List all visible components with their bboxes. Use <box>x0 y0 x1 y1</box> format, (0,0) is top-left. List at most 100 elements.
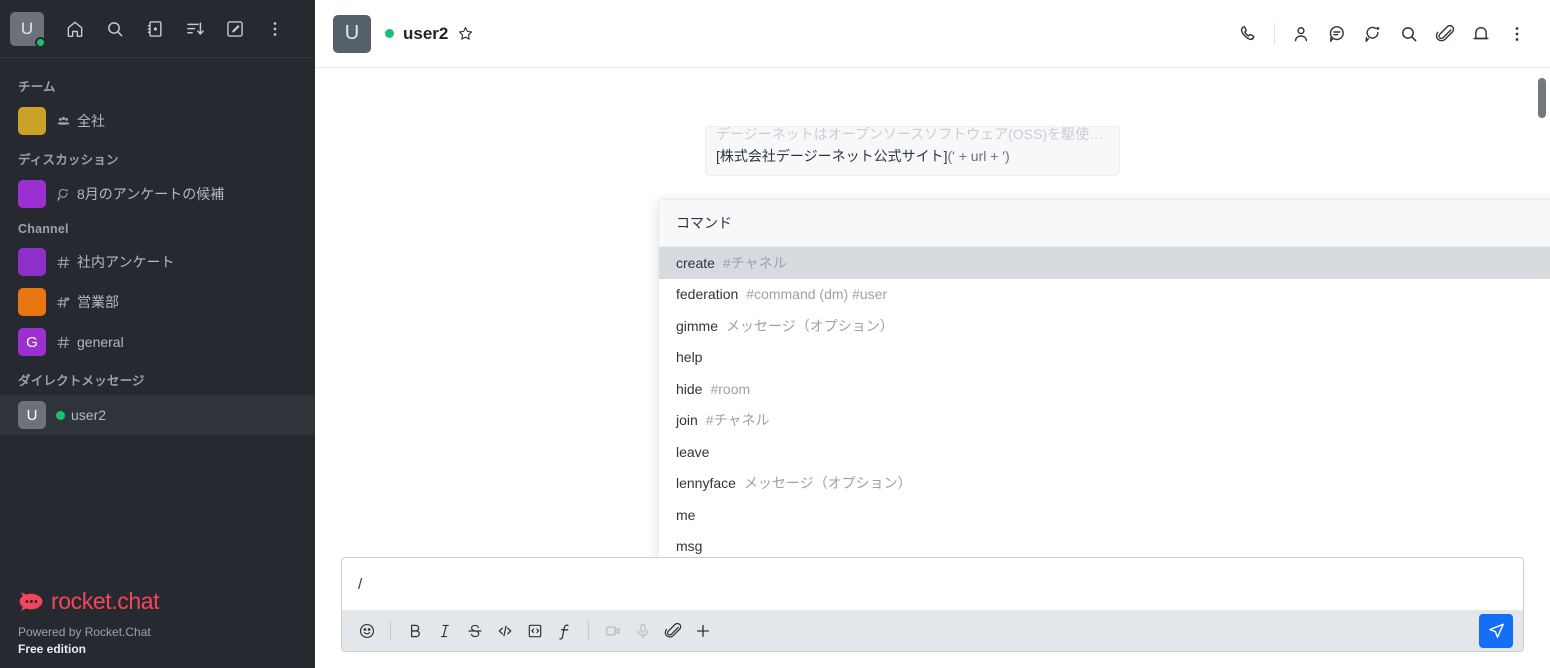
command-list[interactable]: create#チャネル 新しいChannelの作成 federation#com… <box>659 247 1550 557</box>
sidebar-item-label: 8月のアンケートの候補 <box>77 186 225 202</box>
room-avatar <box>18 107 46 135</box>
plus-icon[interactable] <box>688 616 717 645</box>
sidebar-section-title: ディスカッション <box>18 153 119 167</box>
sidebar-user-avatar[interactable]: U <box>10 11 46 48</box>
home-icon[interactable] <box>56 10 94 48</box>
send-message-button[interactable] <box>1479 613 1513 648</box>
discussion-icon <box>56 187 71 202</box>
command-params: メッセージ（オプション） <box>743 475 912 492</box>
italic-icon[interactable] <box>430 616 459 645</box>
presence-online-dot <box>385 29 394 38</box>
command-name: create <box>676 254 715 271</box>
sidebar-section-title: ダイレクトメッセージ <box>18 374 145 388</box>
microphone-icon <box>628 616 657 645</box>
strikethrough-icon[interactable] <box>460 616 489 645</box>
sidebar-item-user2[interactable]: U user2 <box>0 395 315 435</box>
rocket-chat-wordmark: rocket.chat <box>51 588 160 614</box>
hash-lock-icon <box>56 295 71 310</box>
sidebar-footer: rocket.chat Powered by Rocket.Chat Free … <box>0 574 315 668</box>
command-item-gimme[interactable]: gimmeメッセージ（オプション） メッセージの前に༼つ ◕_◕ ༽つを表示 <box>659 310 1550 342</box>
command-item-join[interactable]: join#チャネル 指定したチャネルに参加 <box>659 405 1550 437</box>
sidebar-item-label: user2 <box>71 407 107 423</box>
room-avatar: G <box>18 328 46 356</box>
sidebar-section-title: チーム <box>18 80 56 94</box>
composer-toolbar <box>342 610 1523 651</box>
command-name: federation <box>676 286 739 303</box>
code-icon[interactable] <box>490 616 519 645</box>
command-params: メッセージ（オプション） <box>726 317 894 334</box>
room-avatar: U <box>18 401 46 429</box>
threads-icon[interactable] <box>1320 17 1354 51</box>
command-params: #チャネル <box>722 254 787 271</box>
katex-icon[interactable] <box>550 616 579 645</box>
toolbar-divider <box>588 620 589 641</box>
rocket-chat-mark-icon <box>19 591 43 611</box>
emoji-icon[interactable] <box>352 616 381 645</box>
sidebar-room-list[interactable]: チーム 全社 ディスカッション 8月のアンケートの候補 Channel 社内アン… <box>0 58 315 574</box>
favorite-star-icon[interactable] <box>457 25 474 42</box>
scrollbar-thumb[interactable] <box>1538 78 1546 118</box>
room-avatar <box>18 248 46 276</box>
team-members-icon[interactable] <box>1284 17 1318 51</box>
discussion-icon[interactable] <box>1356 17 1390 51</box>
command-name: gimme <box>676 317 719 334</box>
message-link-text: [株式会社デージーネット公式サイト] <box>716 147 948 164</box>
command-params: #command (dm) #user <box>746 286 888 303</box>
sidebar-item-eigyoubu[interactable]: 営業部 <box>0 282 315 322</box>
sidebar: U チーム 全社 ディスカッション 8月のアンケートの候補 Channel 社内… <box>0 0 315 668</box>
command-item-lennyface[interactable]: lennyfaceメッセージ（オプション） メッセージの後に( ͡° ͜ʖ ͡°… <box>659 468 1550 500</box>
command-item-federation[interactable]: federation#command (dm) #user Federation… <box>659 279 1550 311</box>
code-block-icon[interactable] <box>520 616 549 645</box>
search-icon[interactable] <box>96 10 134 48</box>
sidebar-item-general[interactable]: G general <box>0 322 315 362</box>
command-name: msg <box>676 538 703 555</box>
kebab-menu-icon[interactable] <box>256 10 294 48</box>
sidebar-item-label: 社内アンケート <box>77 254 175 270</box>
sidebar-item-zensha[interactable]: 全社 <box>0 101 315 141</box>
main-content: U user2 デージーネットはオープンソースソフトウェア(OSS)を駆使し [… <box>315 0 1550 668</box>
team-icon <box>56 114 71 129</box>
room-name: user2 <box>403 23 449 43</box>
hash-icon <box>56 335 71 350</box>
paperclip-icon[interactable] <box>658 616 687 645</box>
pencil-create-icon[interactable] <box>216 10 254 48</box>
directory-icon[interactable] <box>136 10 174 48</box>
popup-title: コマンド <box>659 200 1550 247</box>
command-item-me[interactable]: me アクションテキストを表示 <box>659 499 1550 531</box>
message-input[interactable]: / <box>342 558 1523 610</box>
sidebar-item-august-survey[interactable]: 8月のアンケートの候補 <box>0 174 315 214</box>
message-url-arg: (' + url + ') <box>947 147 1010 164</box>
sidebar-item-label: 営業部 <box>77 294 119 310</box>
video-message-icon <box>598 616 627 645</box>
command-item-msg[interactable]: msg ユーザーへダイレクトメッセージする <box>659 531 1550 558</box>
room-header-actions <box>1231 17 1534 51</box>
slash-command-popup[interactable]: コマンド create#チャネル 新しいChannelの作成 federatio… <box>658 199 1550 557</box>
command-item-leave[interactable]: leave 現在のチャネルから退出 <box>659 436 1550 468</box>
command-params: #チャネル <box>705 412 770 429</box>
sidebar-item-shanai-enquete[interactable]: 社内アンケート <box>0 242 315 282</box>
presence-online-dot <box>35 36 46 48</box>
message-truncated-line: デージーネットはオープンソースソフトウェア(OSS)を駆使してお客様のご… <box>716 126 1109 142</box>
sidebar-section-title: Channel <box>18 222 69 236</box>
command-item-hide[interactable]: hide#room ルームを非表示 <box>659 373 1550 405</box>
command-name: lennyface <box>676 475 736 492</box>
sort-icon[interactable] <box>176 10 214 48</box>
sidebar-item-label: 全社 <box>77 113 105 129</box>
command-name: me <box>676 506 696 523</box>
paperclip-icon[interactable] <box>1428 17 1462 51</box>
bell-icon[interactable] <box>1464 17 1498 51</box>
phone-icon[interactable] <box>1231 17 1265 51</box>
command-name: join <box>676 412 698 429</box>
command-item-help[interactable]: help キーボードショートカットリストを表示 <box>659 342 1550 374</box>
rocket-chat-logo: rocket.chat <box>18 588 297 615</box>
kebab-menu-icon[interactable] <box>1500 17 1534 51</box>
header-divider <box>1274 22 1275 45</box>
message-list[interactable]: デージーネットはオープンソースソフトウェア(OSS)を駆使してお客様のご… [株… <box>315 68 1550 557</box>
search-icon[interactable] <box>1392 17 1426 51</box>
room-avatar: U <box>333 14 371 53</box>
command-item-create[interactable]: create#チャネル 新しいChannelの作成 <box>659 247 1550 279</box>
rocket-chat-app: U チーム 全社 ディスカッション 8月のアンケートの候補 Channel 社内… <box>0 0 1550 668</box>
bold-icon[interactable] <box>400 616 429 645</box>
sidebar-item-label: general <box>77 334 124 350</box>
room-avatar <box>18 180 46 208</box>
